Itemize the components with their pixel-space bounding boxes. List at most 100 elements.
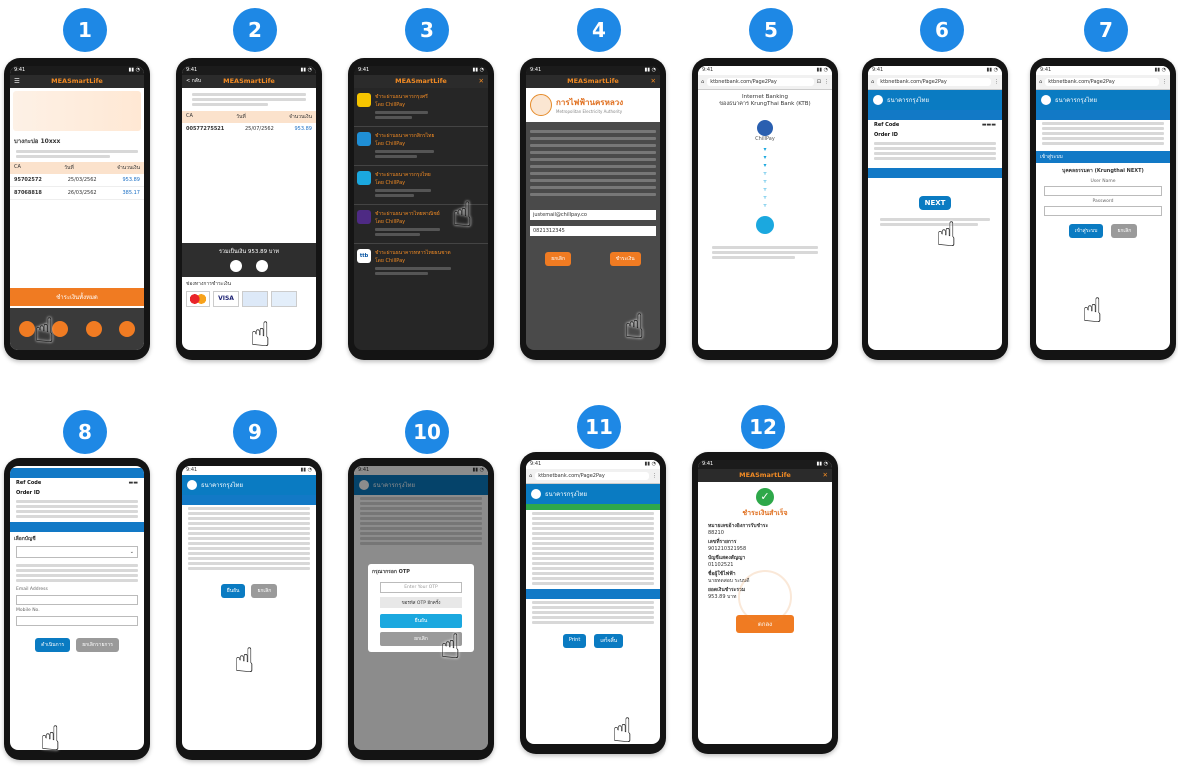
table-row[interactable]: 87068818 26/03/2562 385.17 xyxy=(10,187,144,200)
home-icon[interactable]: ⌂ xyxy=(701,79,704,85)
bill-icon[interactable] xyxy=(18,321,35,337)
promo-banner[interactable] xyxy=(13,91,141,131)
more-icon[interactable]: ⋮ xyxy=(1162,79,1167,85)
mobile-input[interactable] xyxy=(16,616,138,626)
close-icon[interactable]: ✕ xyxy=(479,75,484,88)
page-heading: Internet Banking ของธนาคาร KrungThai Bank… xyxy=(719,94,811,107)
cancel-button[interactable]: ยกเลิก xyxy=(545,252,572,266)
browser-url-bar[interactable]: ⌂ ktbnetbank.com/Page2Pay ⊡ ⋮ xyxy=(698,75,832,90)
hand-pointer-icon: ☝ xyxy=(40,719,61,759)
otp-confirm-button[interactable]: ยืนยัน xyxy=(380,614,462,628)
cancel-button[interactable]: ยกเลิก xyxy=(1111,224,1138,238)
account-select-label: เลือกบัญชี xyxy=(14,536,36,542)
contact-form: justemail@chillpay.co 0821312345 xyxy=(526,210,660,236)
password-input[interactable] xyxy=(1044,206,1162,216)
otp-title: กรุณากรอก OTP xyxy=(372,569,410,575)
success-check-icon: ✓ xyxy=(698,488,832,506)
share-icon[interactable] xyxy=(256,260,268,272)
username-input[interactable] xyxy=(1044,186,1162,196)
done-button[interactable]: เสร็จสิ้น xyxy=(594,634,624,648)
app-title: MEASmartLife xyxy=(51,77,103,85)
mastercard-icon[interactable] xyxy=(186,291,210,307)
url-text[interactable]: ktbnetbank.com/Page2Pay xyxy=(707,78,814,86)
table-row[interactable]: 00577275521 25/07/2562 953.89 xyxy=(182,123,316,135)
step-badge: 12 xyxy=(741,405,785,449)
menu-icon[interactable]: ☰ xyxy=(14,75,20,88)
hand-pointer-icon: ☝ xyxy=(452,195,473,235)
browser-url-bar[interactable]: ⌂ ktbnetbank.com/Page2Pay ⋮ xyxy=(526,469,660,484)
krungsri-logo-icon xyxy=(357,93,371,107)
back-button[interactable]: < กลับ xyxy=(186,75,201,88)
account-dropdown[interactable]: ⌄ xyxy=(16,546,138,558)
cancel-button[interactable]: ยกเลิกรายการ xyxy=(76,638,119,652)
login-button[interactable]: เข้าสู่ระบบ xyxy=(1068,224,1104,238)
section-header xyxy=(868,110,1002,120)
home-icon[interactable]: ⌂ xyxy=(529,473,532,479)
login-note: บุคคลธรรมดา (Krungthai NEXT) xyxy=(1062,168,1144,174)
ibanking-icon[interactable] xyxy=(242,291,268,307)
channel-item[interactable]: ชำระผ่านธนาคารกสิกรไทย โดย ChillPay xyxy=(354,127,488,166)
table-header: CA วันที่ จำนวนเงิน xyxy=(10,162,144,174)
bank-header: ธนาคารกรุงไทย xyxy=(182,475,316,495)
krungthai-logo-icon xyxy=(187,480,197,490)
ewallet-icon[interactable] xyxy=(271,291,297,307)
phone-frame: 9:41 ▮▮ ◔ ⌂ ktbnetbank.com/Page2Pay ⋮ ธนาคา… xyxy=(520,452,666,754)
bill-details xyxy=(526,122,660,204)
otp-input[interactable]: Enter Your OTP xyxy=(380,582,462,593)
app-title: MEASmartLife xyxy=(567,77,619,85)
step-badge: 10 xyxy=(405,410,449,454)
phone-frame: Ref Code ▬▬ Order ID เลือกบัญชี ⌄ Email A… xyxy=(4,458,150,760)
redirect-note xyxy=(698,240,832,265)
phone-frame: 9:41 ▮▮ ◔ ☰ MEASmartLife บางกะปอ 10xxx CA ว… xyxy=(4,58,150,360)
pay-methods-label: ช่องทางการชำระเงิน xyxy=(186,281,232,287)
browser-url-bar[interactable]: ⌂ ktbnetbank.com/Page2Pay ⋮ xyxy=(868,75,1002,90)
browser-url-bar[interactable]: ⌂ ktbnetbank.com/Page2Pay ⋮ xyxy=(1036,75,1170,90)
krungthai-next-button[interactable]: NEXT xyxy=(868,196,1002,210)
channel-item[interactable]: ชำระผ่านธนาคารกรุงศรี โดย ChillPay xyxy=(354,88,488,127)
resend-otp-button[interactable]: ขอรหัส OTP อีกครั้ง xyxy=(380,597,462,608)
channel-item[interactable]: ttb ชำระผ่านธนาคารทหารไทยธนชาต โดย ChillP… xyxy=(354,244,488,282)
krungthai-logo-icon xyxy=(1041,95,1051,105)
visa-icon[interactable]: VISA xyxy=(213,291,239,307)
more-icon[interactable]: ⋮ xyxy=(824,79,829,85)
section-header xyxy=(868,168,1002,178)
table-header: CA วันที่ จำนวนเงิน xyxy=(182,111,316,123)
phone-field[interactable]: 0821312345 xyxy=(530,226,656,236)
cancel-button[interactable]: ยกเลิก xyxy=(251,584,278,598)
step-badge: 4 xyxy=(577,8,621,52)
success-title: ชำระเงินสำเร็จ xyxy=(742,509,788,517)
proceed-button[interactable]: ดำเนินการ xyxy=(35,638,71,652)
home-icon[interactable]: ⌂ xyxy=(871,79,874,85)
email-field[interactable]: justemail@chillpay.co xyxy=(530,210,656,220)
confirm-pay-button[interactable]: ชำระเงิน xyxy=(609,252,641,266)
email-input[interactable] xyxy=(16,595,138,605)
close-icon[interactable]: ✕ xyxy=(823,469,828,482)
phone-frame: 9:41 ▮▮ ◔ ธนาคารกรุงไทย ยืนยัน ยกเลิก ☝ xyxy=(176,458,322,760)
step-badge: 2 xyxy=(233,8,277,52)
home-icon[interactable]: ⌂ xyxy=(1039,79,1042,85)
print-button[interactable]: Print xyxy=(562,634,587,648)
bank-header: ธนาคารกรุงไทย xyxy=(868,90,1002,110)
print-icon[interactable] xyxy=(230,260,242,272)
krungthai-logo-icon xyxy=(756,216,774,234)
location-icon[interactable] xyxy=(119,321,136,337)
confirm-button[interactable]: ยืนยัน xyxy=(220,584,246,598)
hand-pointer-icon: ☝ xyxy=(624,307,645,347)
report-icon[interactable] xyxy=(85,321,102,337)
more-icon[interactable]: ⋮ xyxy=(652,473,657,479)
step-badge: 9 xyxy=(233,410,277,454)
close-icon[interactable]: ✕ xyxy=(651,75,656,88)
pay-all-button[interactable]: ชำระเงินทั้งหมด xyxy=(10,288,144,306)
hand-pointer-icon: ☝ xyxy=(440,627,461,667)
mea-brand: การไฟฟ้านครหลวง Metropolitan Electricity … xyxy=(526,88,660,122)
more-icon[interactable]: ⋮ xyxy=(994,79,999,85)
password-label: Password xyxy=(1092,199,1114,204)
status-bar: 9:41 ▮▮ ◔ xyxy=(10,66,144,75)
krungthai-logo-icon xyxy=(357,171,371,185)
username-label: User Name xyxy=(1090,179,1116,184)
hand-pointer-icon: ☝ xyxy=(34,311,55,351)
phone-frame: 9:41 ▮▮ ◔ MEASmartLife ✕ ✓ ชำระเงินสำเร็จ … xyxy=(692,452,838,754)
tabs-icon[interactable]: ⊡ xyxy=(817,79,821,85)
step-badge: 5 xyxy=(749,8,793,52)
table-row[interactable]: 95702572 25/03/2562 953.89 xyxy=(10,174,144,187)
